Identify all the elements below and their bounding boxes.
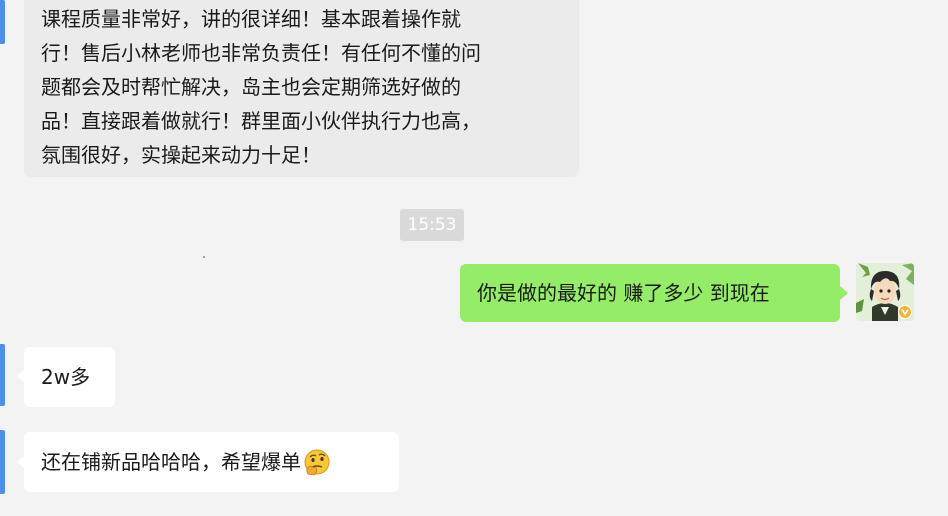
message-text: 你是做的最好的 赚了多少 到现在 [477, 281, 770, 305]
message-line: 氛围很好，实操起来动力十足！ [41, 143, 321, 167]
bubble-tail [17, 369, 25, 383]
message-line: 行！售后小林老师也非常负责任！有任何不懂的问 [41, 41, 481, 65]
message-timestamp: 15:53 [400, 209, 464, 241]
bubble-tail [17, 455, 25, 469]
received-message-bubble[interactable]: 还在铺新品哈哈哈，希望爆单 [24, 432, 399, 492]
sent-message-bubble[interactable]: 你是做的最好的 赚了多少 到现在 [460, 264, 840, 322]
bubble-tail [840, 286, 848, 300]
thinking-face-emoji-icon [302, 448, 334, 476]
message-line: 课程质量非常好，讲的很详细！基本跟着操作就 [41, 7, 461, 31]
message-edge-marker [0, 0, 5, 44]
received-message-bubble[interactable]: 课程质量非常好，讲的很详细！基本跟着操作就 行！售后小林老师也非常负责任！有任何… [24, 0, 579, 177]
message-edge-marker [0, 430, 5, 494]
vip-badge-icon [898, 305, 912, 319]
user-avatar[interactable] [856, 263, 914, 321]
message-line: 题都会及时帮忙解决，岛主也会定期筛选好做的 [41, 75, 461, 99]
message-text: 2w多 [41, 365, 91, 389]
received-message-bubble[interactable]: 2w多 [24, 347, 115, 407]
message-text: 还在铺新品哈哈哈，希望爆单 [41, 450, 301, 474]
message-line: 品！直接跟着做就行！群里面小伙伴执行力也高， [41, 109, 481, 133]
stray-dot [203, 256, 205, 258]
message-edge-marker [0, 344, 5, 406]
